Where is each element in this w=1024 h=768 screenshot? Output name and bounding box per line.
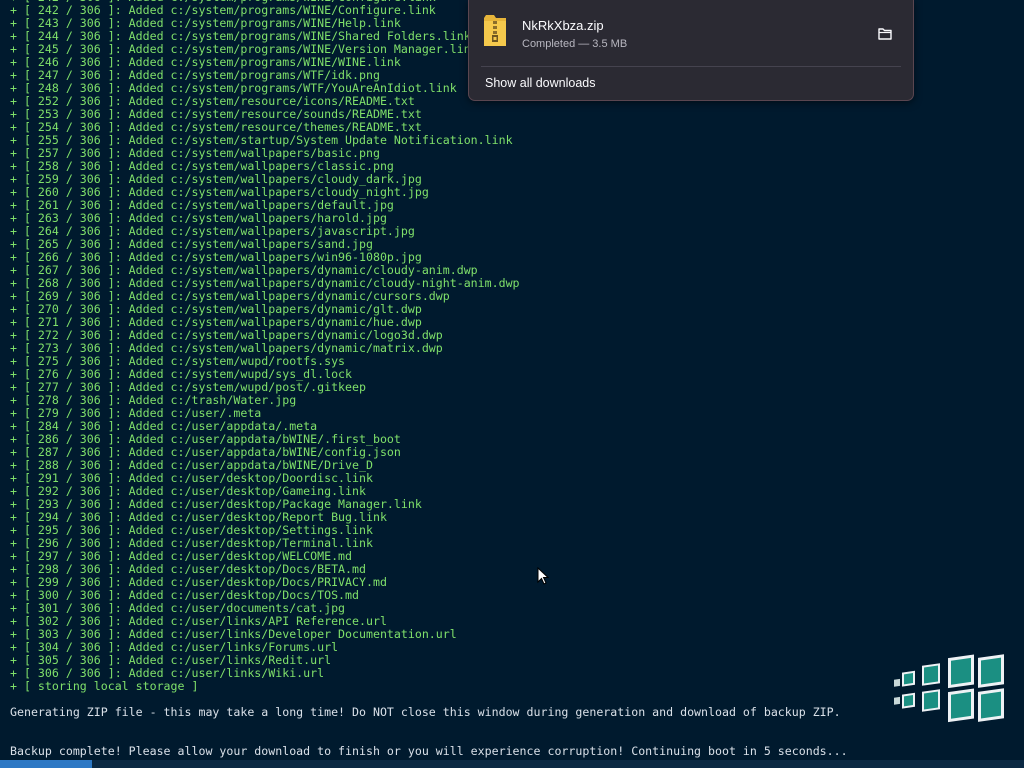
download-status: Completed — 3.5 MB bbox=[522, 38, 628, 50]
backup-complete-message: Backup complete! Please allow your downl… bbox=[10, 744, 848, 758]
zip-generation-message: Generating ZIP file - this may take a lo… bbox=[10, 705, 841, 719]
folder-icon[interactable] bbox=[873, 22, 897, 46]
downloads-panel: NkRkXbza.zip Completed — 3.5 MB Show all… bbox=[468, 0, 914, 101]
mouse-cursor-icon bbox=[537, 567, 549, 585]
download-filename: NkRkXbza.zip bbox=[522, 18, 604, 33]
boot-progress-fill bbox=[0, 760, 93, 768]
panel-divider bbox=[481, 66, 901, 67]
windows-logo-icon bbox=[894, 654, 1004, 723]
zip-archive-icon bbox=[484, 15, 506, 46]
download-item[interactable]: NkRkXbza.zip Completed — 3.5 MB bbox=[473, 4, 909, 60]
boot-progress-bar bbox=[0, 760, 1024, 768]
log-line: + [ storing local storage ] bbox=[10, 679, 199, 693]
terminal-log: + [ 242 / 306 ]: Added c:/system/program… bbox=[10, 0, 1014, 693]
show-all-downloads-button[interactable]: Show all downloads bbox=[485, 76, 596, 90]
